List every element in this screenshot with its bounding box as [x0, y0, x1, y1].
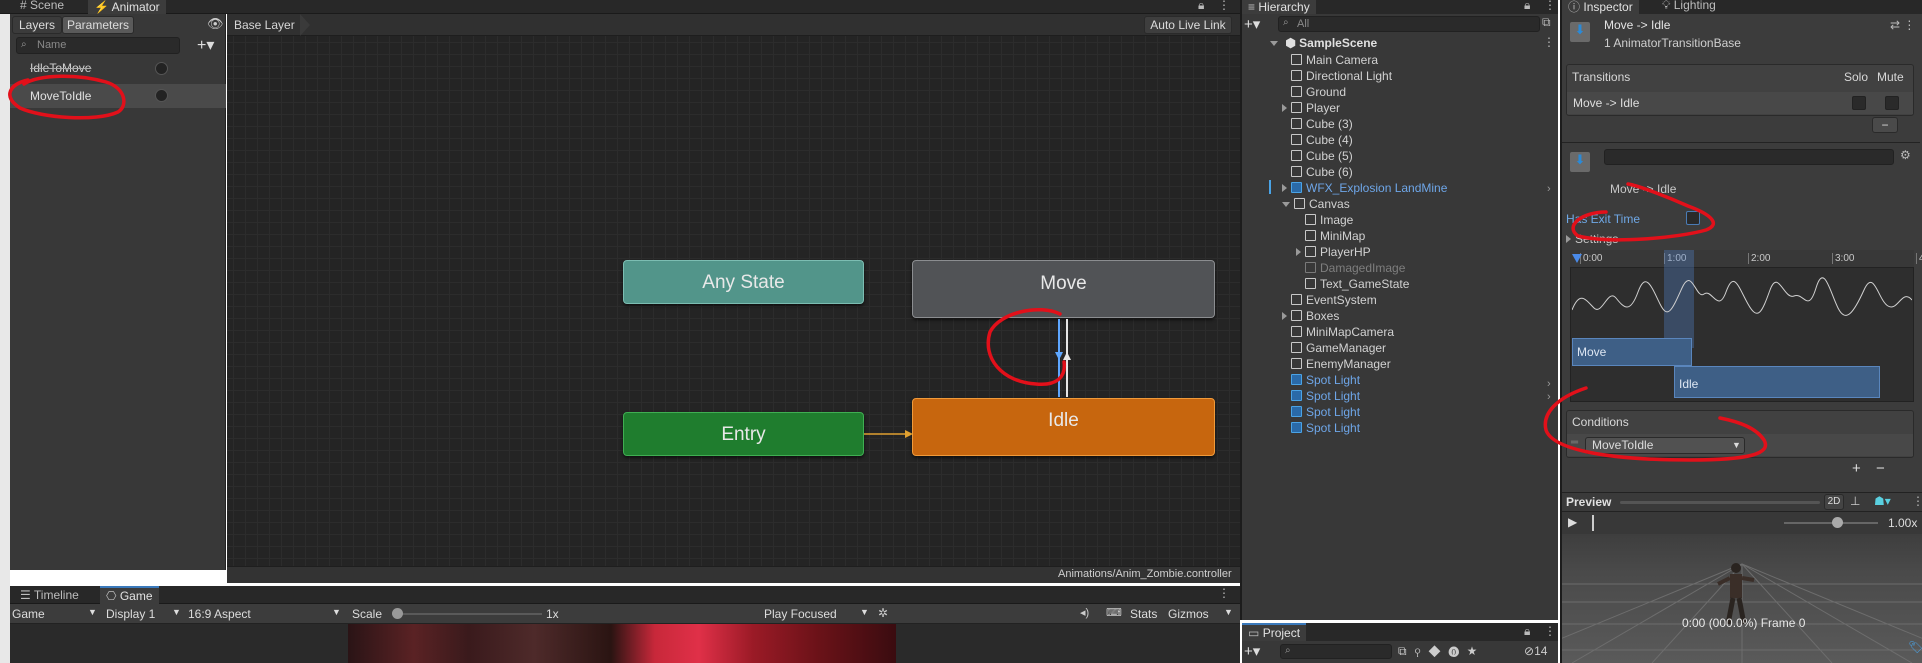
red-annotations	[8, 74, 1768, 462]
